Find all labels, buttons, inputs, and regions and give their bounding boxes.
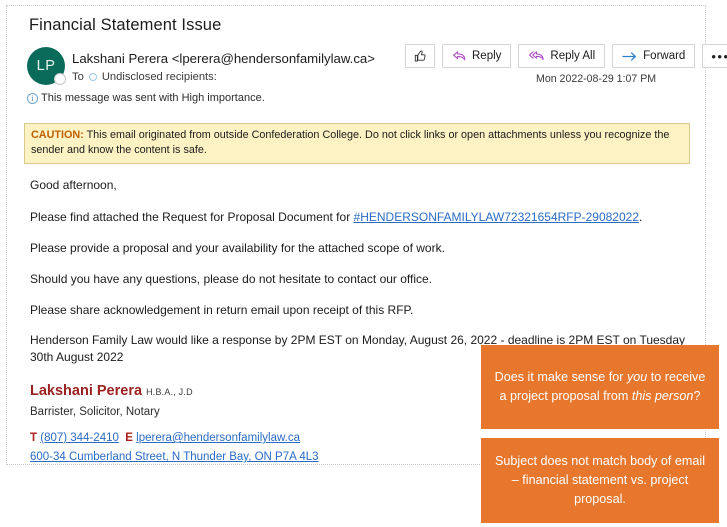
annotation-callout-subject-mismatch: Subject does not match body of email – f… xyxy=(481,438,719,523)
more-actions-button[interactable]: ••• xyxy=(702,44,727,68)
signature-contact-row: T (807) 344-2410 E lperera@hendersonfami… xyxy=(30,432,300,444)
reply-all-button[interactable]: Reply All xyxy=(518,44,606,68)
like-button[interactable] xyxy=(405,44,435,68)
email-label: E xyxy=(125,432,133,444)
signature-credentials: H.B.A., J.D xyxy=(146,387,193,397)
rfp-text-before: Please find attached the Request for Pro… xyxy=(30,210,354,224)
annotation-callout-text: Subject does not match body of email – f… xyxy=(494,454,706,506)
annotation-1-em1: you xyxy=(626,370,648,384)
address-link[interactable]: 600-34 Cumberland Street, N Thunder Bay,… xyxy=(30,451,319,463)
info-icon: i xyxy=(27,92,38,104)
reply-all-arrow-icon xyxy=(528,50,545,63)
to-label: To xyxy=(72,71,84,83)
high-importance-notice: i This message was sent with High import… xyxy=(27,92,265,104)
email-address-link[interactable]: lperera@hendersonfamilylaw.ca xyxy=(136,432,300,444)
rfp-document-link[interactable]: #HENDERSONFAMILYLAW72321654RFP-29082022 xyxy=(354,210,639,224)
reply-arrow-icon xyxy=(452,50,467,63)
signature-name: Lakshani Perera H.B.A., J.D xyxy=(30,383,193,399)
forward-arrow-icon xyxy=(622,51,638,62)
caution-prefix: CAUTION: xyxy=(31,129,84,141)
body-proposal-line: Please provide a proposal and your avail… xyxy=(30,241,445,255)
signature-title: Barrister, Solicitor, Notary xyxy=(30,406,160,418)
reply-button[interactable]: Reply xyxy=(442,44,512,68)
recipient-row: To Undisclosed recipients: xyxy=(72,71,217,83)
reply-all-button-label: Reply All xyxy=(550,50,596,62)
recipient-chip-icon xyxy=(88,73,97,81)
message-actions-toolbar: Reply Reply All Forward ••• xyxy=(405,44,727,68)
phone-link[interactable]: (807) 344-2410 xyxy=(40,432,119,444)
sender-name-and-address: Lakshani Perera <lperera@hendersonfamily… xyxy=(72,51,375,66)
message-timestamp: Mon 2022-08-29 1:07 PM xyxy=(536,73,657,85)
email-subject: Financial Statement Issue xyxy=(29,16,222,34)
forward-button[interactable]: Forward xyxy=(612,44,696,68)
body-acknowledgement-line: Please share acknowledgement in return e… xyxy=(30,303,414,317)
annotation-1-part3: ? xyxy=(693,389,701,403)
phone-label: T xyxy=(30,432,38,444)
body-rfp-line: Please find attached the Request for Pro… xyxy=(30,209,642,226)
forward-button-label: Forward xyxy=(643,50,686,62)
external-sender-caution-banner: CAUTION: This email originated from outs… xyxy=(24,123,690,164)
annotation-1-part1: Does it make sense for xyxy=(494,370,627,384)
caution-text: This email originated from outside Confe… xyxy=(31,129,670,156)
thumbs-up-icon xyxy=(413,49,427,63)
avatar-initials: LP xyxy=(36,58,56,74)
recipient-value[interactable]: Undisclosed recipients: xyxy=(102,71,217,83)
presence-indicator-icon xyxy=(54,73,66,85)
signature-name-text: Lakshani Perera xyxy=(30,383,143,399)
high-importance-text: This message was sent with High importan… xyxy=(41,92,265,104)
rfp-text-after: . xyxy=(639,210,643,224)
annotation-callout-recipient-mismatch: Does it make sense for you to receive a … xyxy=(481,345,719,429)
annotation-callout-text: Does it make sense for you to receive a … xyxy=(493,368,707,406)
reply-button-label: Reply xyxy=(472,50,502,62)
body-greeting: Good afternoon, xyxy=(30,178,117,192)
signature-address: 600-34 Cumberland Street, N Thunder Bay,… xyxy=(30,451,319,463)
annotation-1-em2: this person xyxy=(631,389,694,403)
body-questions-line: Should you have any questions, please do… xyxy=(30,272,433,286)
